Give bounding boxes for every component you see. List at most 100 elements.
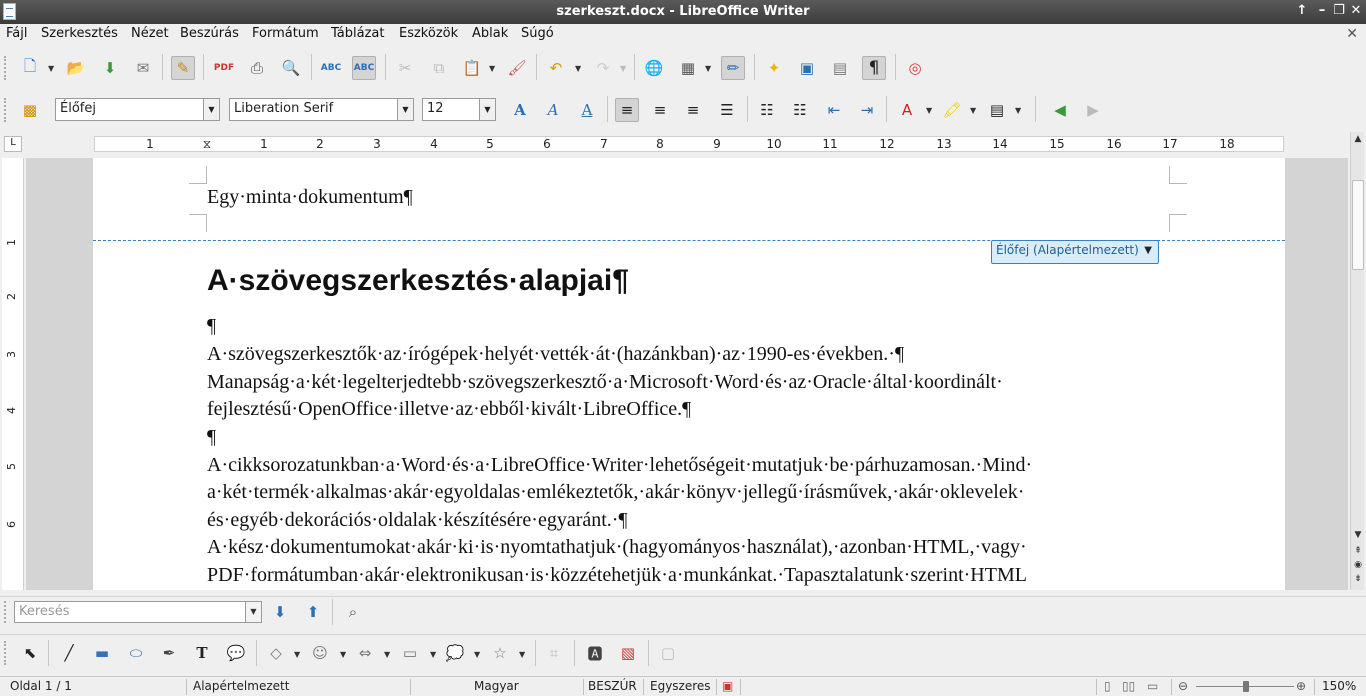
close-document-icon[interactable]: ✕ xyxy=(1346,26,1358,42)
book-view-icon[interactable]: ▭ xyxy=(1147,679,1158,693)
find-replace-icon[interactable]: ⌕ xyxy=(341,600,365,624)
find-next-icon[interactable]: ⬇ xyxy=(268,600,292,624)
increase-indent-icon[interactable]: ⇥ xyxy=(855,98,879,122)
menu-window[interactable]: Ablak xyxy=(472,26,508,41)
symbol-shapes-icon[interactable]: ☺ xyxy=(308,641,332,665)
forward-arrow-icon[interactable]: ▶ xyxy=(1081,98,1105,122)
formatting-marks-icon[interactable]: ¶ xyxy=(862,56,886,80)
menu-insert[interactable]: Beszúrás xyxy=(180,26,239,41)
gallery-icon[interactable]: ▣ xyxy=(795,56,819,80)
header-style-button[interactable]: Élőfej (Alapértelmezett) ▼ xyxy=(991,240,1159,264)
bold-icon[interactable]: A xyxy=(508,98,532,122)
edit-mode-icon[interactable]: ✎ xyxy=(171,56,195,80)
open-icon[interactable]: 📂 xyxy=(64,56,88,80)
freeform-line-icon[interactable]: ✒ xyxy=(157,641,181,665)
background-dropdown-icon[interactable]: ▼ xyxy=(1015,106,1021,115)
styles-formatting-icon[interactable]: ▩ xyxy=(18,98,42,122)
menu-file[interactable]: Fájl xyxy=(6,26,27,41)
ellipse-icon[interactable]: ⬭ xyxy=(124,641,148,665)
background-color-icon[interactable]: ▤ xyxy=(985,98,1009,122)
callouts-dropdown-icon[interactable]: ▼ xyxy=(474,650,480,659)
redo-icon[interactable]: ↷ xyxy=(591,56,615,80)
hyperlink-icon[interactable]: 🌐 xyxy=(642,56,666,80)
chevron-down-icon[interactable]: ▼ xyxy=(479,99,495,120)
email-icon[interactable]: ✉ xyxy=(131,56,155,80)
clone-formatting-icon[interactable]: 🖌 xyxy=(505,56,529,80)
text-box-icon[interactable]: T xyxy=(190,641,214,665)
document-modified-icon[interactable]: ▣ xyxy=(722,679,733,693)
print-icon[interactable]: ⎙ xyxy=(245,56,269,80)
vertical-ruler[interactable]: 1 2 3 4 5 6 xyxy=(2,158,24,590)
highlight-dropdown-icon[interactable]: ▼ xyxy=(970,106,976,115)
scroll-down-icon[interactable]: ▼ xyxy=(1351,530,1365,544)
body-line[interactable]: A·cikksorozatunkban·a·Word·és·a·LibreOff… xyxy=(207,454,1032,477)
body-line[interactable]: ¶ xyxy=(207,315,216,338)
document-heading[interactable]: A·szövegszerkesztés·alapjai¶ xyxy=(207,264,629,298)
body-line[interactable]: és·egyéb·dekorációs·oldalak·készítésére·… xyxy=(207,509,628,532)
insert-mode-indicator[interactable]: BESZÚR xyxy=(588,679,637,693)
body-line[interactable]: ¶ xyxy=(207,426,216,449)
new-dropdown-icon[interactable]: ▼ xyxy=(48,64,54,73)
callouts-icon[interactable]: 💭 xyxy=(443,641,467,665)
menu-edit[interactable]: Szerkesztés xyxy=(41,26,118,41)
toolbar-grip[interactable] xyxy=(4,641,8,665)
align-left-icon[interactable]: ≡ xyxy=(615,98,639,122)
new-document-icon[interactable]: 🗋 xyxy=(18,56,42,80)
help-icon[interactable]: ◎ xyxy=(903,56,927,80)
indent-marker-icon[interactable]: ⧖ xyxy=(203,137,211,152)
chevron-down-icon[interactable]: ▼ xyxy=(203,99,219,120)
font-color-dropdown-icon[interactable]: ▼ xyxy=(926,106,932,115)
data-sources-icon[interactable]: ▤ xyxy=(828,56,852,80)
insert-image-icon[interactable]: ▧ xyxy=(616,641,640,665)
font-size-select[interactable]: 12 ▼ xyxy=(422,98,496,121)
body-line[interactable]: A·kész·dokumentumokat·akár·ki·is·nyomtat… xyxy=(207,536,1027,559)
selection-mode-indicator[interactable]: Egyszeres xyxy=(650,679,711,693)
flowchart-dropdown-icon[interactable]: ▼ xyxy=(430,650,436,659)
basic-shapes-dropdown-icon[interactable]: ▼ xyxy=(294,650,300,659)
copy-icon[interactable]: ⧉ xyxy=(427,56,451,80)
body-line[interactable]: Manapság·a·két·legelterjedtebb·szövegsze… xyxy=(207,371,1003,394)
align-right-icon[interactable]: ≡ xyxy=(681,98,705,122)
close-window-button[interactable]: ✕ xyxy=(1348,3,1364,18)
menu-format[interactable]: Formátum xyxy=(252,26,319,41)
font-name-select[interactable]: Liberation Serif ▼ xyxy=(229,98,414,121)
scroll-up-icon[interactable]: ▲ xyxy=(1351,134,1365,148)
print-preview-icon[interactable]: 🔍 xyxy=(279,56,303,80)
next-page-icon[interactable]: ⇟ xyxy=(1351,574,1365,588)
italic-icon[interactable]: A xyxy=(541,98,565,122)
zoom-in-icon[interactable]: ⊕ xyxy=(1296,679,1306,693)
body-line[interactable]: a·két·termék·alkalmas·akár·egyoldalas·em… xyxy=(207,481,1024,504)
decrease-indent-icon[interactable]: ⇤ xyxy=(822,98,846,122)
menu-view[interactable]: Nézet xyxy=(131,26,169,41)
paste-dropdown-icon[interactable]: ▼ xyxy=(489,64,495,73)
page-style-indicator[interactable]: Alapértelmezett xyxy=(193,679,289,693)
body-line[interactable]: fejlesztésű·OpenOffice·illetve·az·ebből·… xyxy=(207,398,691,421)
line-icon[interactable]: ╱ xyxy=(57,641,81,665)
document-page[interactable]: Egy·minta·dokumentum¶ Élőfej (Alapértelm… xyxy=(93,158,1285,590)
previous-page-icon[interactable]: ⇞ xyxy=(1351,546,1365,560)
highlight-icon[interactable]: 🖍 xyxy=(940,98,964,122)
paragraph-style-select[interactable]: Élőfej ▼ xyxy=(55,98,220,121)
block-arrows-icon[interactable]: ⇔ xyxy=(353,641,377,665)
navigator-icon[interactable]: ✦ xyxy=(762,56,786,80)
extrusion-icon[interactable]: ▢ xyxy=(656,641,680,665)
symbol-shapes-dropdown-icon[interactable]: ▼ xyxy=(340,650,346,659)
numbering-icon[interactable]: ☷ xyxy=(755,98,779,122)
horizontal-ruler[interactable]: 1 ⧖ 1 2 3 4 5 6 7 8 9 10 11 12 13 14 15 … xyxy=(94,136,1284,152)
callout-icon[interactable]: 💬 xyxy=(224,641,248,665)
rectangle-icon[interactable]: ▬ xyxy=(90,641,114,665)
vertical-scrollbar[interactable]: ▲ ▼ ⇞ ◉ ⇟ xyxy=(1350,132,1364,590)
body-line[interactable]: A·szövegszerkesztők·az·írógépek·helyét·v… xyxy=(207,343,904,366)
points-icon[interactable]: ⌗ xyxy=(542,641,566,665)
justify-icon[interactable]: ☰ xyxy=(715,98,739,122)
draw-functions-icon[interactable]: ✏ xyxy=(721,56,745,80)
fontwork-icon[interactable]: 🅰 xyxy=(583,641,607,665)
tab-stop-type-icon[interactable]: L xyxy=(4,136,22,152)
language-indicator[interactable]: Magyar xyxy=(474,679,519,693)
chevron-down-icon[interactable]: ▼ xyxy=(245,602,261,622)
toolbar-grip[interactable] xyxy=(4,601,8,623)
basic-shapes-icon[interactable]: ◇ xyxy=(264,641,288,665)
table-icon[interactable]: ▦ xyxy=(676,56,700,80)
back-arrow-icon[interactable]: ◀ xyxy=(1048,98,1072,122)
multi-page-view-icon[interactable]: ▯▯ xyxy=(1122,679,1135,693)
